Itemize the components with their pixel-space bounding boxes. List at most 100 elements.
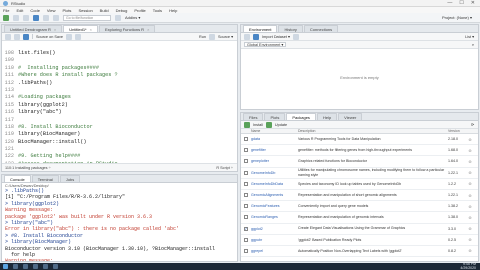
code-line[interactable]: 116 library("abc") xyxy=(2,109,237,116)
code-line[interactable]: 109 xyxy=(2,57,237,64)
remove-package-icon[interactable]: ⊗ xyxy=(466,148,474,153)
save-icon[interactable] xyxy=(23,33,29,40)
menu-profile[interactable]: Profile xyxy=(134,8,145,13)
tab-terminal[interactable]: Terminal xyxy=(31,175,59,182)
code-area[interactable]: 108 list.files() 109 110 # Installing packag… xyxy=(2,50,237,167)
code-line[interactable]: 114 #Loading packages xyxy=(2,94,237,101)
tab-jobs[interactable]: Jobs xyxy=(59,175,81,182)
editor-tab-untitled1[interactable]: Untitled1* × xyxy=(63,25,98,32)
menu-plots[interactable]: Plots xyxy=(63,8,72,13)
start-icon[interactable] xyxy=(3,264,8,269)
install-button[interactable]: Install xyxy=(253,123,263,127)
forward-icon[interactable] xyxy=(14,33,20,40)
remove-package-icon[interactable]: ⊗ xyxy=(466,181,474,186)
save-icon[interactable] xyxy=(33,14,39,21)
new-project-icon[interactable] xyxy=(13,14,19,21)
close-button[interactable]: ✕ xyxy=(471,0,475,6)
browser-icon[interactable] xyxy=(43,264,48,269)
close-tab-icon[interactable]: × xyxy=(90,27,92,32)
maximize-button[interactable]: ☐ xyxy=(459,0,463,6)
close-tab-icon[interactable]: × xyxy=(54,27,56,32)
remove-package-icon[interactable]: ⊗ xyxy=(466,204,474,209)
refresh-icon[interactable]: ⟳ xyxy=(471,122,474,127)
task-view-icon[interactable] xyxy=(23,264,28,269)
package-name-link[interactable]: ggplot2 xyxy=(251,227,298,231)
package-load-checkbox[interactable] xyxy=(244,159,248,164)
menu-edit[interactable]: Edit xyxy=(16,8,23,13)
package-load-checkbox[interactable] xyxy=(244,170,248,175)
package-name-link[interactable]: ggpubr xyxy=(251,238,298,242)
code-line[interactable]: 111 #Where does R install packages ? xyxy=(2,72,237,79)
menu-session[interactable]: Session xyxy=(78,8,92,13)
tab-plots[interactable]: Plots xyxy=(264,113,286,120)
menu-code[interactable]: Code xyxy=(30,8,40,13)
package-load-checkbox[interactable] xyxy=(244,204,248,209)
project-menu[interactable]: Project: (None) ▾ xyxy=(442,15,472,20)
minimize-button[interactable]: — xyxy=(447,0,452,6)
code-tools-icon[interactable] xyxy=(115,14,121,21)
tab-history[interactable]: History xyxy=(278,25,303,32)
source-button[interactable]: Source ▾ xyxy=(218,34,233,39)
menu-help[interactable]: Help xyxy=(169,8,177,13)
console-output[interactable]: > .libPaths() [1] "C:/Program Files/R/R-3… xyxy=(2,188,237,261)
tab-console[interactable]: Console xyxy=(4,175,31,182)
package-load-checkbox[interactable] xyxy=(244,226,248,231)
search-icon[interactable] xyxy=(66,33,73,40)
search-icon[interactable] xyxy=(13,264,18,269)
tab-help[interactable]: Help xyxy=(316,113,338,120)
remove-package-icon[interactable]: ⊗ xyxy=(466,215,474,220)
package-name-link[interactable]: GenomicRanges xyxy=(251,215,298,219)
tab-connections[interactable]: Connections xyxy=(303,25,339,32)
code-line[interactable]: 119 library(BiocManager) xyxy=(2,131,237,138)
tab-packages[interactable]: Packages xyxy=(286,113,316,120)
update-icon[interactable] xyxy=(265,121,272,128)
scope-selector[interactable]: Global Environment ▾ xyxy=(244,42,287,47)
package-name-link[interactable]: GenomicAlignments xyxy=(251,193,298,197)
cursor-position[interactable]: 110:1 Installing packages ÷ xyxy=(5,166,51,170)
broom-icon[interactable] xyxy=(292,33,299,40)
install-icon[interactable] xyxy=(244,121,250,128)
code-line[interactable]: 113 xyxy=(2,87,237,94)
package-name-link[interactable]: GenomicFeatures xyxy=(251,204,298,208)
update-button[interactable]: Update xyxy=(275,123,287,127)
package-name-link[interactable]: ggrepel xyxy=(251,249,298,253)
package-load-checkbox[interactable] xyxy=(244,137,248,142)
package-load-checkbox[interactable] xyxy=(244,193,248,198)
column-version[interactable]: Version xyxy=(446,129,466,133)
open-file-icon[interactable] xyxy=(23,14,29,21)
menu-view[interactable]: View xyxy=(47,8,56,13)
source-on-save-checkbox[interactable]: Source on Save xyxy=(36,35,63,39)
menu-build[interactable]: Build xyxy=(100,8,109,13)
tab-viewer[interactable]: Viewer xyxy=(338,113,363,120)
code-line[interactable]: 122 #9. Getting help#### xyxy=(2,153,237,160)
open-icon[interactable] xyxy=(244,33,250,40)
package-name-link[interactable]: genefilter xyxy=(251,148,298,152)
code-line[interactable]: 110 # Installing packages#### xyxy=(2,65,237,72)
remove-package-icon[interactable]: ⊗ xyxy=(466,226,474,231)
file-type-selector[interactable]: R Script ÷ xyxy=(216,166,233,170)
code-line[interactable]: 108 list.files() xyxy=(2,50,237,57)
goto-file-input[interactable]: Go to file/function xyxy=(63,14,111,21)
package-load-checkbox[interactable] xyxy=(244,215,248,220)
code-line[interactable]: 117 xyxy=(2,117,237,124)
package-load-checkbox[interactable] xyxy=(244,148,248,153)
addins-menu[interactable]: Addins ▾ xyxy=(125,15,140,20)
menu-debug[interactable]: Debug xyxy=(116,8,128,13)
close-tab-icon[interactable]: × xyxy=(147,27,149,32)
import-dataset-button[interactable]: Import Dataset ▾ xyxy=(262,34,290,39)
remove-package-icon[interactable]: ⊗ xyxy=(466,237,474,242)
package-name-link[interactable]: GenomeInfoDb xyxy=(251,171,298,175)
editor-tab-dendrogram[interactable]: Untitled Dendrogram R × xyxy=(4,25,63,32)
package-name-link[interactable]: gdata xyxy=(251,137,298,141)
package-load-checkbox[interactable] xyxy=(244,248,248,253)
column-description[interactable]: Description xyxy=(298,129,446,133)
remove-package-icon[interactable]: ⊗ xyxy=(466,248,474,253)
search-icon[interactable]: ⌕ xyxy=(472,43,474,47)
rstudio-taskbar-icon[interactable] xyxy=(53,264,58,269)
remove-package-icon[interactable]: ⊗ xyxy=(466,159,474,164)
menu-tools[interactable]: Tools xyxy=(153,8,162,13)
package-name-link[interactable]: geneplotter xyxy=(251,159,298,163)
remove-package-icon[interactable]: ⊗ xyxy=(466,170,474,175)
taskbar-clock[interactable]: 9:45 PM 4/29/2020 xyxy=(460,262,476,270)
tab-files[interactable]: Files xyxy=(243,113,264,120)
